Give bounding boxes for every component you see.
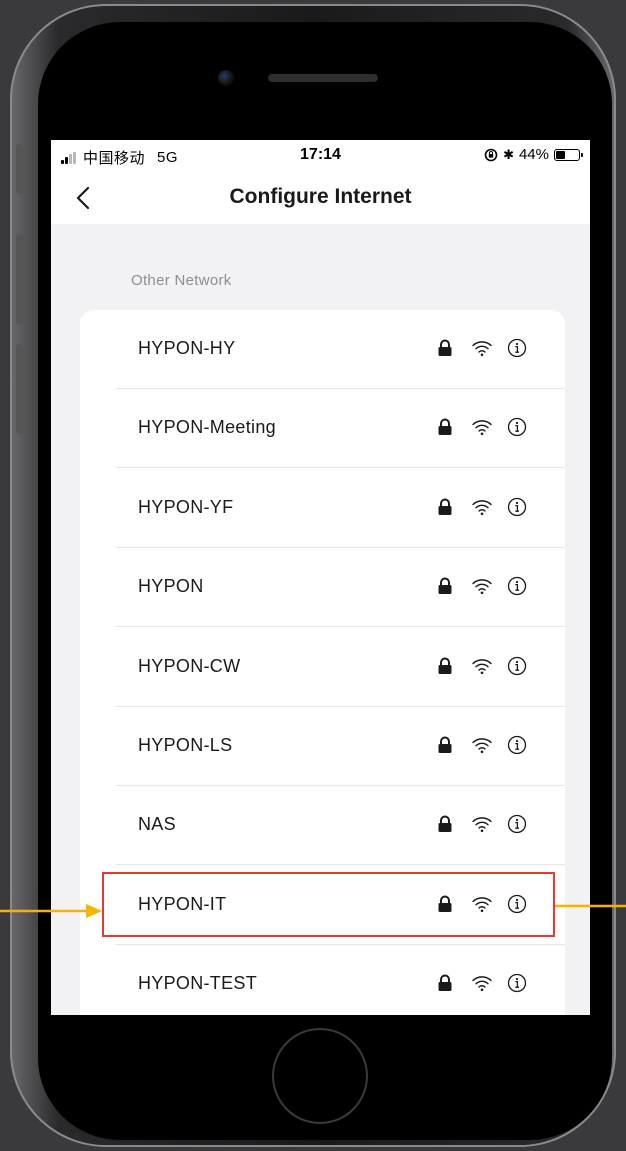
network-row[interactable]: HYPON-TEST bbox=[80, 945, 565, 1015]
network-row[interactable]: HYPON-Meeting bbox=[80, 389, 565, 469]
network-name: HYPON-HY bbox=[138, 338, 236, 358]
network-row[interactable]: HYPON-CW bbox=[80, 628, 565, 707]
wifi-icon bbox=[472, 658, 492, 674]
network-name: HYPON-LS bbox=[138, 735, 233, 755]
highlight-box bbox=[102, 872, 555, 937]
network-row[interactable]: HYPON-YF bbox=[80, 469, 565, 548]
network-row[interactable]: HYPON-LS bbox=[80, 707, 565, 786]
wifi-icon bbox=[472, 341, 492, 357]
info-icon[interactable] bbox=[507, 497, 527, 517]
lock-icon bbox=[438, 736, 452, 753]
page-title: Configure Internet bbox=[229, 185, 412, 208]
network-row[interactable]: HYPON-HY bbox=[80, 310, 565, 389]
info-icon[interactable] bbox=[507, 576, 527, 596]
info-icon[interactable] bbox=[507, 973, 527, 993]
front-camera bbox=[218, 70, 234, 86]
annotation-arrow-left bbox=[0, 904, 102, 918]
info-icon[interactable] bbox=[507, 417, 527, 437]
volume-down-button bbox=[16, 344, 24, 434]
wifi-icon bbox=[472, 500, 492, 515]
navigation-bar: Configure Internet bbox=[51, 172, 590, 224]
section-title: Other Network bbox=[131, 272, 232, 289]
info-icon[interactable] bbox=[507, 735, 527, 755]
wifi-icon bbox=[472, 817, 492, 833]
earpiece-speaker bbox=[268, 74, 378, 82]
network-name: NAS bbox=[138, 814, 176, 835]
network-name: HYPON-YF bbox=[138, 496, 234, 517]
battery-icon bbox=[554, 148, 583, 161]
network-name: HYPON-CW bbox=[138, 655, 241, 676]
lock-icon bbox=[438, 498, 452, 515]
orientation-lock-icon bbox=[484, 148, 498, 161]
lock-icon bbox=[438, 974, 452, 992]
lock-icon bbox=[438, 339, 452, 356]
network-name: HYPON-Meeting bbox=[138, 417, 276, 438]
home-button[interactable] bbox=[272, 1028, 368, 1124]
network-row[interactable]: HYPON bbox=[80, 548, 565, 628]
wifi-icon bbox=[472, 738, 492, 754]
network-name: HYPON-TEST bbox=[138, 973, 258, 994]
wifi-icon bbox=[472, 420, 492, 436]
battery-percent: 44% bbox=[518, 146, 549, 163]
info-icon[interactable] bbox=[507, 814, 527, 834]
volume-up-button bbox=[16, 234, 24, 324]
lock-icon bbox=[438, 577, 452, 595]
lock-icon bbox=[438, 418, 452, 436]
network-name: HYPON bbox=[138, 576, 204, 597]
info-icon[interactable] bbox=[507, 338, 527, 358]
status-bar: 中国移动 5G 17:14 ✱ 44% bbox=[51, 140, 590, 172]
network-row[interactable]: NAS bbox=[80, 786, 565, 866]
bluetooth-icon: ✱ bbox=[503, 146, 514, 162]
lock-icon bbox=[438, 815, 452, 833]
wifi-icon bbox=[472, 579, 492, 595]
lock-icon bbox=[438, 657, 452, 674]
wifi-icon bbox=[472, 976, 492, 992]
mute-switch bbox=[16, 144, 24, 194]
info-icon[interactable] bbox=[507, 656, 527, 676]
annotation-line-right bbox=[555, 904, 626, 908]
